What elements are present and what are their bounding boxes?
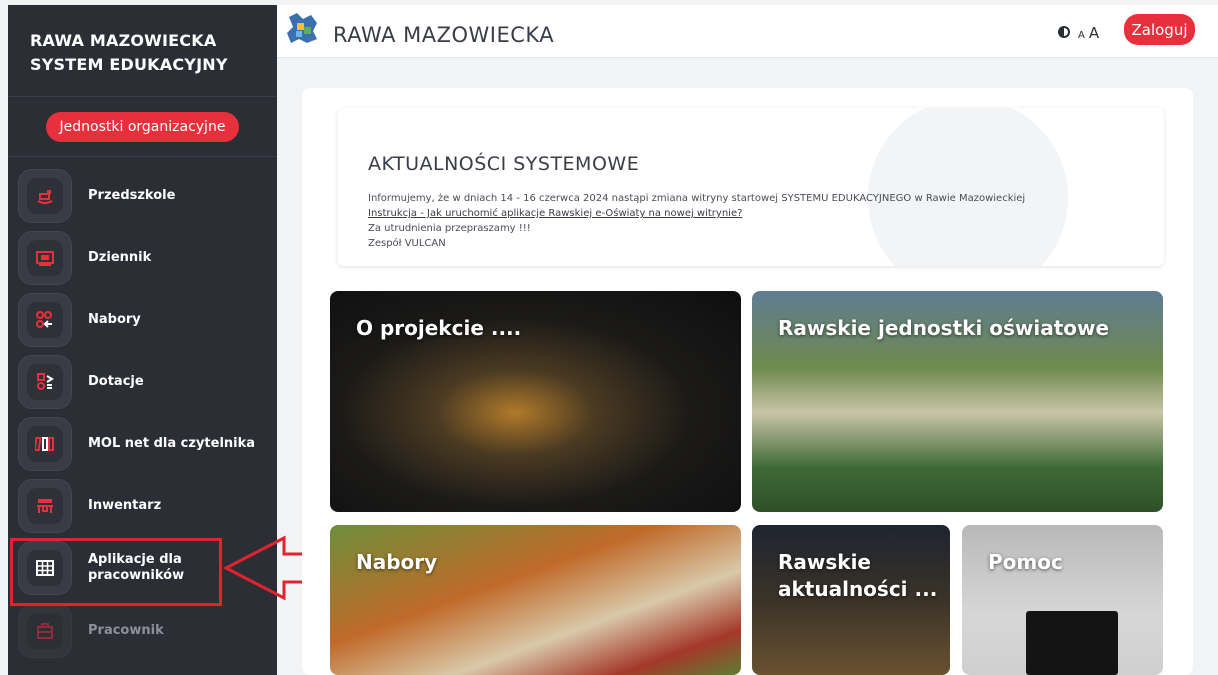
units-wrap: Jednostki organizacyjne <box>8 97 277 157</box>
sidebar-item-label: Inwentarz <box>88 498 162 513</box>
login-button[interactable]: Zaloguj <box>1124 14 1195 45</box>
tile-nabory[interactable]: Nabory <box>330 525 741 675</box>
sidebar-item-molnet[interactable]: MOL net dla czytelnika <box>18 417 268 471</box>
news-line-3: Za utrudnienia przepraszamy !!! <box>368 223 531 234</box>
sidebar-item-label: MOL net dla czytelnika <box>88 436 256 451</box>
sidebar-item-inwentarz[interactable]: Inwentarz <box>18 479 268 533</box>
tile-label: Nabory <box>356 550 438 574</box>
laptop-image <box>1026 611 1118 675</box>
news-title: AKTUALNOŚCI SYSTEMOWE <box>368 153 640 175</box>
top-header: RAWA MAZOWIECKA A A Zaloguj <box>277 5 1218 58</box>
news-instruction-link[interactable]: Instrukcja - Jak uruchomić aplikacje Raw… <box>368 208 742 219</box>
tile-label: Rawskie aktualności ... <box>778 550 938 601</box>
brand-line-1: RAWA MAZOWIECKA <box>30 31 217 50</box>
page: RAWA MAZOWIECKA SYSTEM EDUKACYJNY Jednos… <box>0 0 1218 675</box>
sidebar-item-dziennik[interactable]: Dziennik <box>18 231 268 285</box>
news-line-4: Zespół VULCAN <box>368 238 446 249</box>
desk-icon <box>18 479 72 533</box>
sidebar-item-nabory[interactable]: Nabory <box>18 293 268 347</box>
accessibility-controls: A A <box>1058 24 1099 42</box>
tile-label: Rawskie jednostki oświatowe <box>778 316 1110 340</box>
rocking-horse-icon <box>18 169 72 223</box>
enrollment-icon <box>18 293 72 347</box>
tile-o-projekcie[interactable]: O projekcie .... <box>330 291 741 512</box>
tile-aktualnosci[interactable]: Rawskie aktualności ... <box>752 525 950 675</box>
briefcase-icon <box>18 604 72 658</box>
contrast-toggle-icon[interactable] <box>1058 26 1070 38</box>
books-icon <box>18 417 72 471</box>
font-size-small-button[interactable]: A <box>1078 30 1085 41</box>
sidebar-item-label: Dotacje <box>88 374 144 389</box>
sidebar-item-label: Nabory <box>88 312 141 327</box>
site-title[interactable]: RAWA MAZOWIECKA <box>333 23 554 47</box>
sidebar-brand: RAWA MAZOWIECKA SYSTEM EDUKACYJNY <box>8 5 277 97</box>
system-news-card: AKTUALNOŚCI SYSTEMOWE Informujemy, że w … <box>338 108 1164 266</box>
tile-label: O projekcie .... <box>356 316 522 340</box>
tile-pomoc[interactable]: Pomoc <box>962 525 1163 675</box>
city-logo-icon[interactable] <box>287 13 319 45</box>
news-line-1: Informujemy, że w dniach 14 - 16 czerwca… <box>368 193 1026 204</box>
annotation-highlight-box <box>10 538 222 606</box>
main-panel: AKTUALNOŚCI SYSTEMOWE Informujemy, że w … <box>302 88 1193 675</box>
font-size-large-button[interactable]: A <box>1089 24 1099 42</box>
tile-jednostki-oswiatowe[interactable]: Rawskie jednostki oświatowe <box>752 291 1163 512</box>
brand-line-2: SYSTEM EDUKACYJNY <box>30 55 228 74</box>
news-body: Informujemy, że w dniach 14 - 16 czerwca… <box>368 191 1025 251</box>
sidebar-item-label: Pracownik <box>88 623 164 638</box>
sidebar-item-dotacje[interactable]: Dotacje <box>18 355 268 409</box>
grants-icon <box>18 355 72 409</box>
gradebook-icon <box>18 231 72 285</box>
sidebar-item-label: Dziennik <box>88 250 152 265</box>
sidebar-item-przedszkole[interactable]: Przedszkole <box>18 169 268 223</box>
sidebar-item-pracownik[interactable]: Pracownik <box>18 604 268 658</box>
tile-label: Pomoc <box>988 550 1063 574</box>
sidebar-item-label: Przedszkole <box>88 188 176 203</box>
organizational-units-button[interactable]: Jednostki organizacyjne <box>45 111 240 142</box>
